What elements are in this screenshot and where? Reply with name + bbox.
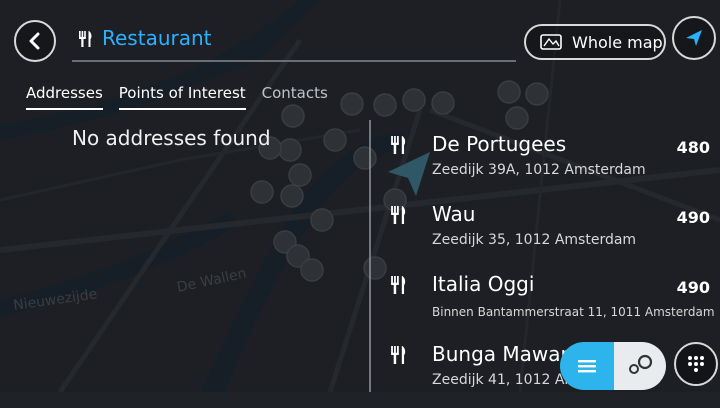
tab-points-of-interest[interactable]: Points of Interest (118, 84, 246, 110)
tab-contacts[interactable]: Contacts (262, 84, 328, 110)
result-distance: 490 (676, 208, 710, 227)
poi-results-list: De Portugees Zeedijk 39A, 1012 Amsterdam… (380, 128, 720, 408)
map-pins-icon (629, 354, 653, 374)
result-item[interactable]: Bunga Mawar Zeedijk 41, 1012 Am (380, 338, 720, 408)
result-distance: 480 (676, 138, 710, 157)
result-name: De Portugees (432, 132, 567, 156)
empty-results-message: No addresses found (72, 126, 271, 150)
search-tabs: Addresses Points of Interest Contacts (26, 84, 344, 110)
result-item[interactable]: De Portugees Zeedijk 39A, 1012 Amsterdam… (380, 128, 720, 198)
result-item[interactable]: Italia Oggi Binnen Bantammerstraat 11, 1… (380, 268, 720, 338)
result-address: Zeedijk 39A, 1012 Amsterdam (432, 162, 646, 178)
list-map-toggle[interactable] (560, 342, 666, 390)
map-icon (540, 34, 562, 50)
result-name: Italia Oggi (432, 272, 535, 296)
search-scope-button[interactable]: Whole map (524, 24, 666, 60)
map-view-button[interactable] (614, 342, 666, 390)
location-arrow-icon (686, 30, 702, 46)
restaurant-icon (391, 276, 406, 294)
result-name: Bunga Mawar (432, 342, 569, 366)
result-name: Wau (432, 202, 476, 226)
back-arrow-icon (29, 32, 40, 50)
restaurant-icon (391, 206, 406, 224)
list-view-button[interactable] (560, 342, 614, 390)
back-button[interactable] (14, 20, 56, 62)
result-address: Zeedijk 35, 1012 Amsterdam (432, 232, 637, 248)
panel-divider (369, 120, 371, 392)
result-address: Zeedijk 41, 1012 Am (432, 372, 579, 388)
search-field[interactable]: Restaurant (72, 20, 516, 62)
result-item[interactable]: Wau Zeedijk 35, 1012 Amsterdam 490 (380, 198, 720, 268)
result-address: Binnen Bantammerstraat 11, 1011 Amsterda… (432, 305, 715, 319)
search-underline (72, 60, 516, 62)
search-scope-label: Whole map (572, 32, 663, 52)
tab-addresses[interactable]: Addresses (26, 84, 103, 110)
list-icon (578, 360, 596, 373)
keyboard-button[interactable] (674, 342, 718, 386)
keyboard-icon (688, 356, 704, 372)
result-distance: 490 (676, 278, 710, 297)
restaurant-icon (391, 346, 406, 364)
current-location-button[interactable] (672, 16, 716, 60)
search-query[interactable]: Restaurant (102, 26, 212, 50)
restaurant-icon (391, 136, 406, 154)
restaurant-icon (79, 31, 92, 47)
